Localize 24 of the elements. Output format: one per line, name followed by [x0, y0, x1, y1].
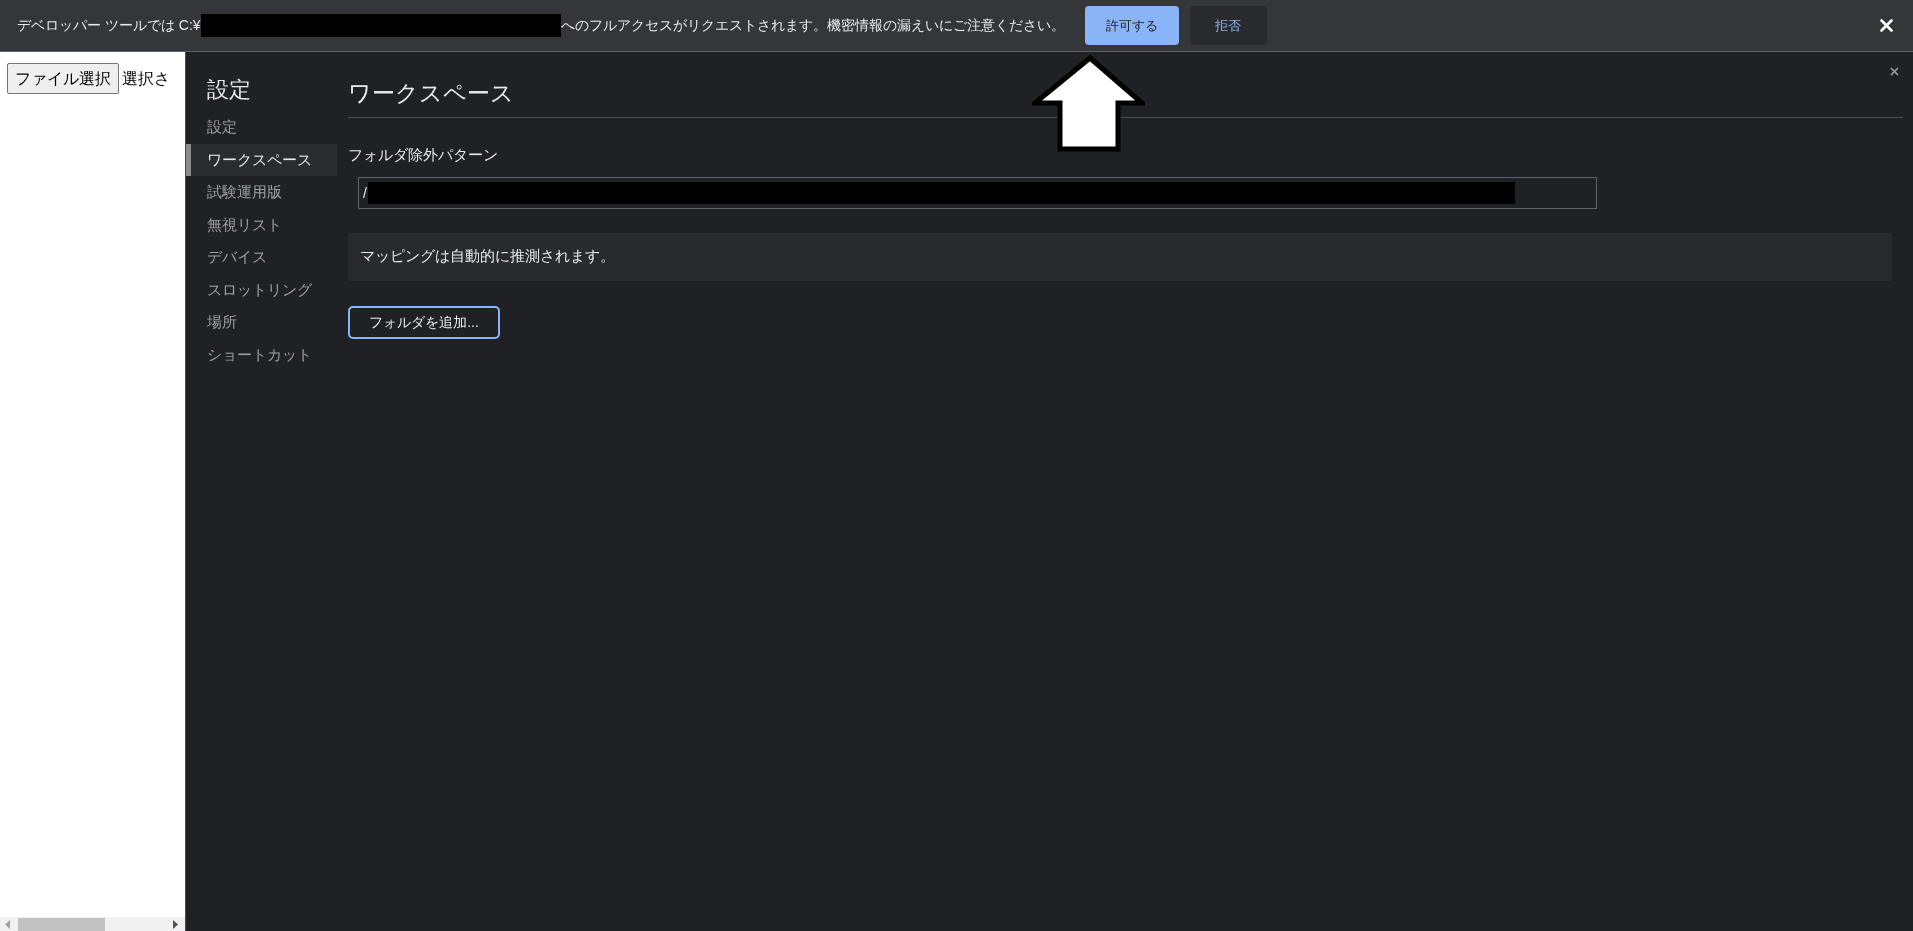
- sidebar-item[interactable]: ショートカット: [186, 338, 337, 371]
- sidebar-item[interactable]: 場所: [186, 306, 337, 339]
- add-folder-button[interactable]: フォルダを追加...: [348, 306, 500, 339]
- sidebar-item[interactable]: ワークスペース: [186, 143, 337, 176]
- exclude-pattern-field[interactable]: /: [358, 177, 1597, 209]
- deny-button[interactable]: 拒否: [1189, 6, 1267, 45]
- mapping-note: マッピングは自動的に推測されます。: [360, 247, 615, 267]
- up-arrow-icon: [1032, 55, 1145, 152]
- caret-right-icon[interactable]: [173, 919, 178, 929]
- permission-message: デベロッパー ツールでは C:¥: [17, 16, 201, 35]
- file-select-button[interactable]: ファイル選択: [7, 63, 119, 94]
- sidebar-item[interactable]: 設定: [186, 111, 337, 144]
- panel-title: ワークスペース: [348, 79, 514, 108]
- permission-message: へのフルアクセスがリクエストされます。機密情報の漏えいにご注意ください。: [560, 16, 1065, 35]
- sidebar-item[interactable]: デバイス: [186, 241, 337, 274]
- field-label: フォルダ除外パターン: [348, 146, 498, 165]
- sidebar-item[interactable]: 試験運用版: [186, 176, 337, 209]
- file-status-text: 選択さ: [122, 68, 170, 89]
- sidebar-item[interactable]: スロットリング: [186, 273, 337, 306]
- scrollbar-thumb[interactable]: [18, 917, 105, 931]
- close-icon[interactable]: [1890, 67, 1899, 76]
- settings-title: 設定: [207, 76, 251, 104]
- sidebar-item[interactable]: 無視リスト: [186, 208, 337, 241]
- allow-button[interactable]: 許可する: [1084, 6, 1179, 45]
